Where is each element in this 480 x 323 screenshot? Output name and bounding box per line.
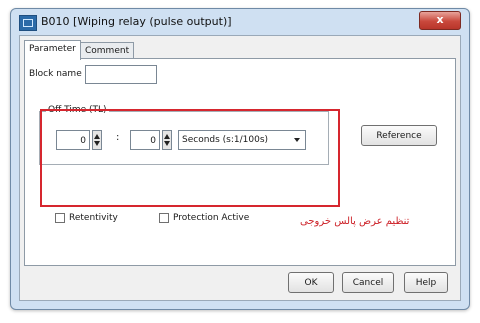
red-highlight-box <box>40 109 340 207</box>
annotation-text: تنظیم عرض پالس خروجی <box>300 216 410 227</box>
tab-parameter[interactable]: Parameter <box>24 40 81 60</box>
window-title: B010 [Wiping relay (pulse output)] <box>41 15 232 28</box>
close-button[interactable]: x <box>419 11 461 30</box>
block-name-label: Block name <box>29 69 82 79</box>
protection-active-checkbox[interactable] <box>159 213 169 223</box>
help-button[interactable]: Help <box>404 272 448 293</box>
block-name-input[interactable] <box>85 65 157 84</box>
block-icon <box>19 15 37 31</box>
reference-button[interactable]: Reference <box>361 125 437 146</box>
title-bar[interactable]: B010 [Wiping relay (pulse output)] x <box>11 9 469 35</box>
cancel-button[interactable]: Cancel <box>342 272 394 293</box>
ok-button[interactable]: OK <box>288 272 334 293</box>
retentivity-checkbox[interactable] <box>55 213 65 223</box>
protection-active-label: Protection Active <box>173 213 250 223</box>
tab-comment[interactable]: Comment <box>80 42 135 59</box>
retentivity-label: Retentivity <box>69 213 118 223</box>
